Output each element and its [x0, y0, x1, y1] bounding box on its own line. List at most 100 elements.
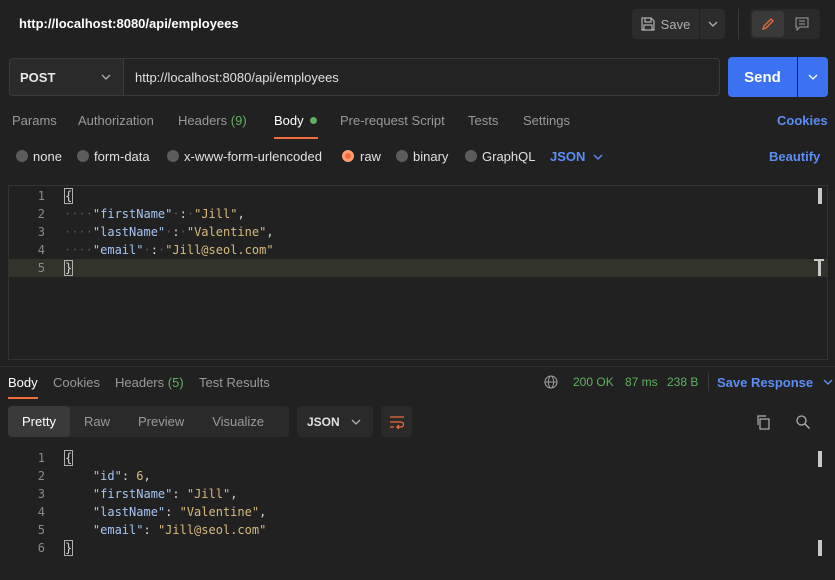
line-number: 3 [37, 225, 45, 239]
line-number: 1 [37, 189, 45, 203]
wrap-lines-icon [389, 415, 404, 429]
chevron-down-icon [708, 21, 717, 27]
view-tab-preview[interactable]: Preview [124, 406, 198, 437]
radio-graphql[interactable] [465, 150, 477, 162]
code-value: "Jill@seol.com" [157, 523, 267, 537]
radio-binary[interactable] [396, 150, 408, 162]
code-value: "Jill@seol.com" [165, 243, 274, 257]
line-number: 4 [37, 243, 45, 257]
chevron-down-icon [823, 379, 833, 385]
save-button[interactable]: Save [632, 9, 699, 39]
tab-authorization[interactable]: Authorization [78, 113, 154, 128]
response-tab-body[interactable]: Body [8, 375, 38, 390]
response-tab-headers-label: Headers [115, 375, 165, 390]
save-label: Save [660, 16, 691, 32]
save-response-button[interactable]: Save Response [717, 375, 833, 390]
mode-toggle [750, 9, 820, 39]
radio-form-data-label[interactable]: form-data [94, 149, 150, 164]
radio-urlencoded[interactable] [167, 150, 179, 162]
tab-headers-count: (9) [230, 113, 247, 128]
radio-none-label[interactable]: none [33, 149, 62, 164]
code-brace-open: { [64, 188, 74, 204]
view-tab-visualize[interactable]: Visualize [198, 406, 278, 437]
response-tab-cookies[interactable]: Cookies [53, 375, 100, 390]
comment-mode-button[interactable] [786, 11, 818, 37]
cookies-link[interactable]: Cookies [777, 113, 828, 128]
edit-mode-button[interactable] [752, 11, 784, 37]
code-brace-open: { [64, 450, 74, 466]
beautify-link[interactable]: Beautify [769, 149, 820, 164]
comment-icon [795, 17, 809, 31]
radio-none[interactable] [16, 150, 28, 162]
tab-tests[interactable]: Tests [468, 113, 498, 128]
line-number: 5 [37, 261, 45, 275]
radio-raw-label[interactable]: raw [360, 149, 381, 164]
response-code: { "id": 6, "firstName": "Jill", "lastNam… [64, 450, 267, 556]
response-tab-headers-count: (5) [167, 375, 184, 390]
response-scrollbar-top[interactable] [818, 451, 822, 467]
method-select[interactable]: POST [9, 58, 123, 96]
chevron-down-icon [593, 154, 603, 160]
chevron-down-icon [808, 74, 818, 80]
search-icon[interactable] [795, 414, 811, 430]
raw-format-label: JSON [550, 149, 586, 164]
line-number: 3 [37, 487, 45, 501]
response-tab-test-results[interactable]: Test Results [199, 375, 270, 390]
radio-form-data[interactable] [77, 150, 89, 162]
text-cursor [814, 259, 824, 276]
request-title[interactable]: http://localhost:8080/api/employees [19, 16, 239, 31]
response-status[interactable]: 200 OK [573, 375, 614, 389]
tab-settings[interactable]: Settings [523, 113, 570, 128]
active-tab-indicator [274, 137, 318, 139]
line-number: 6 [37, 541, 45, 555]
toolbar-divider [738, 9, 739, 39]
method-label: POST [20, 69, 56, 85]
radio-raw[interactable] [342, 150, 354, 162]
send-dropdown-button[interactable] [798, 57, 828, 97]
response-format-label: JSON [307, 414, 340, 429]
response-view-tabs: Pretty Raw Preview Visualize [8, 406, 289, 437]
tab-params[interactable]: Params [12, 113, 57, 128]
url-input[interactable]: http://localhost:8080/api/employees [123, 58, 720, 96]
code-value: 6 [136, 469, 144, 483]
tab-headers[interactable]: Headers (9) [178, 113, 247, 128]
globe-icon[interactable] [544, 375, 558, 389]
tab-pre-request-script[interactable]: Pre-request Script [340, 113, 445, 128]
panel-divider[interactable] [0, 366, 835, 367]
code-key: "lastName" [92, 505, 166, 519]
radio-graphql-label[interactable]: GraphQL [482, 149, 535, 164]
view-tab-pretty[interactable]: Pretty [8, 406, 70, 437]
pencil-icon [761, 18, 774, 31]
line-number: 2 [37, 469, 45, 483]
request-code: { ····"firstName"·:·"Jill", ····"lastNam… [64, 188, 274, 276]
line-number: 4 [37, 505, 45, 519]
tab-body-label: Body [274, 113, 304, 128]
response-tab-headers[interactable]: Headers (5) [115, 375, 184, 390]
response-size[interactable]: 238 B [667, 375, 698, 389]
code-key: "firstName" [92, 487, 173, 501]
request-scrollbar[interactable] [818, 188, 822, 204]
code-brace-close: } [64, 260, 74, 276]
wrap-lines-button[interactable] [381, 406, 412, 437]
radio-binary-label[interactable]: binary [413, 149, 448, 164]
radio-urlencoded-label[interactable]: x-www-form-urlencoded [184, 149, 322, 164]
response-format-select[interactable]: JSON [297, 406, 373, 437]
code-brace-close: } [64, 540, 74, 556]
save-group: Save [632, 9, 725, 39]
modified-dot-icon [310, 117, 318, 124]
tab-body[interactable]: Body [274, 113, 318, 128]
code-value: "Valentine" [186, 225, 267, 239]
response-meta-divider [708, 373, 709, 391]
save-dropdown-button[interactable] [700, 9, 725, 39]
send-button[interactable]: Send [728, 57, 797, 97]
raw-format-select[interactable]: JSON [550, 149, 603, 164]
copy-icon[interactable] [755, 414, 771, 430]
save-response-label: Save Response [717, 375, 814, 390]
view-tab-raw[interactable]: Raw [70, 406, 124, 437]
response-scrollbar-bottom[interactable] [818, 540, 822, 556]
code-value: "Valentine" [179, 505, 260, 519]
response-time[interactable]: 87 ms [625, 375, 658, 389]
line-number: 5 [37, 523, 45, 537]
code-key: "id" [92, 469, 122, 483]
request-line-numbers: 1 2 3 4 5 [9, 187, 45, 277]
